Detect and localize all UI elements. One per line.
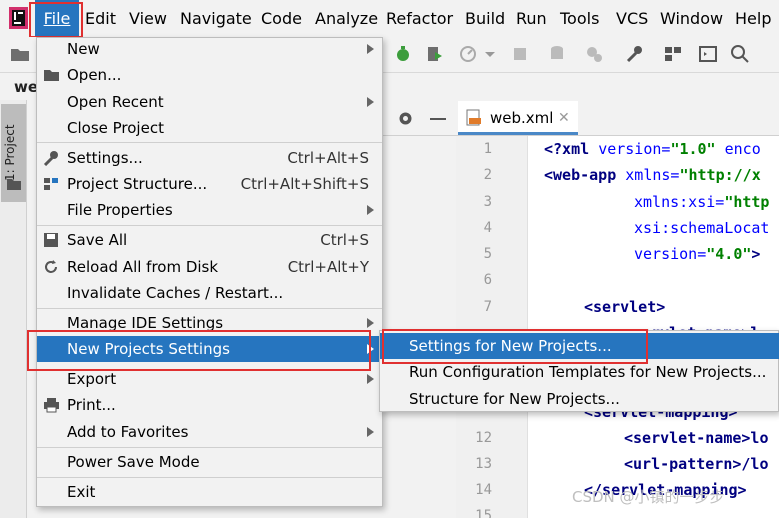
menu-separator — [37, 477, 382, 478]
menu-bar: File Edit View Navigate Code Analyze Ref… — [0, 0, 779, 37]
menu-refactor[interactable]: Refactor — [386, 0, 453, 37]
menu-item-close-project[interactable]: Close Project — [37, 115, 382, 141]
build-gear-icon[interactable] — [584, 44, 604, 64]
breadcrumb: we — [14, 78, 39, 96]
submenu-arrow-icon — [367, 44, 374, 54]
wrench-icon — [43, 151, 58, 166]
menu-item-file-properties[interactable]: File Properties — [37, 197, 382, 223]
menu-item-export[interactable]: Export — [37, 366, 382, 392]
close-icon[interactable]: ✕ — [558, 101, 570, 135]
code-line-4: xsi:schemaLocat — [634, 219, 770, 237]
line-number: 4 — [483, 220, 492, 236]
project-structure-icon — [44, 178, 58, 190]
menu-item-save-all[interactable]: Save All Ctrl+S — [37, 227, 382, 253]
folder-open-icon — [44, 70, 59, 81]
save-icon — [44, 233, 58, 247]
submenu-arrow-icon — [367, 205, 374, 215]
line-number: 2 — [483, 167, 492, 183]
menu-tools[interactable]: Tools — [560, 0, 599, 37]
editor-tab-label: web.xml — [490, 109, 554, 127]
line-number: 6 — [483, 272, 492, 288]
code-line-7: <servlet> — [584, 298, 666, 316]
profiler-icon[interactable] — [458, 44, 478, 64]
menu-item-power-save-mode[interactable]: Power Save Mode — [37, 449, 382, 475]
submenu-item-structure-for-new-projects[interactable]: Structure for New Projects... — [380, 386, 779, 412]
stop-icon[interactable] — [510, 44, 530, 64]
line-number: 13 — [475, 456, 492, 472]
file-menu-highlight — [29, 2, 83, 38]
xml-file-icon — [466, 109, 481, 126]
menu-item-project-structure[interactable]: Project Structure... Ctrl+Alt+Shift+S — [37, 171, 382, 197]
menu-item-exit[interactable]: Exit — [37, 479, 382, 505]
line-number: 1 — [483, 141, 492, 157]
menu-help[interactable]: Help — [735, 0, 771, 37]
code-line-5: version="4.0"> — [634, 245, 761, 263]
editor-tab-web-xml[interactable]: web.xml ✕ — [458, 101, 578, 135]
menu-item-print[interactable]: Print... — [37, 392, 382, 418]
project-structure-icon[interactable] — [663, 44, 683, 64]
menu-edit[interactable]: Edit — [85, 0, 116, 37]
menu-item-open-recent[interactable]: Open Recent — [37, 89, 382, 115]
menu-vcs[interactable]: VCS — [616, 0, 648, 37]
chevron-down-icon[interactable] — [480, 44, 500, 64]
line-number: 7 — [483, 299, 492, 315]
submenu-item-run-configuration-templates[interactable]: Run Configuration Templates for New Proj… — [380, 359, 779, 385]
wrench-icon[interactable] — [625, 44, 645, 64]
code-line-3: xmlns:xsi="http — [634, 193, 770, 211]
folder-icon — [7, 179, 21, 190]
menu-window[interactable]: Window — [660, 0, 723, 37]
watermark: CSDN @小镇的一步步 — [572, 488, 725, 506]
submenu-arrow-icon — [367, 374, 374, 384]
search-icon[interactable] — [730, 44, 750, 64]
line-number: 12 — [475, 430, 492, 446]
menu-code[interactable]: Code — [261, 0, 302, 37]
menu-item-add-to-favorites[interactable]: Add to Favorites — [37, 419, 382, 445]
menu-analyze[interactable]: Analyze — [315, 0, 378, 37]
code-line-12: <servlet-name>lo — [624, 429, 769, 447]
code-line-1: <?xml version="1.0" enco — [544, 140, 761, 158]
menu-navigate[interactable]: Navigate — [180, 0, 252, 37]
code-line-2: <web-app xmlns="http://x — [544, 166, 761, 184]
gear-icon[interactable] — [397, 110, 414, 127]
submenu-arrow-icon — [367, 97, 374, 107]
code-line-13: <url-pattern>/lo — [624, 455, 769, 473]
line-number: 15 — [475, 508, 492, 518]
minimize-icon[interactable] — [430, 118, 446, 120]
menu-separator — [37, 225, 382, 226]
menu-run[interactable]: Run — [516, 0, 547, 37]
line-number: 3 — [483, 194, 492, 210]
menu-separator — [37, 308, 382, 309]
printer-icon — [44, 398, 59, 413]
submenu-arrow-icon — [367, 318, 374, 328]
menu-item-new[interactable]: New — [37, 36, 382, 62]
menu-item-open[interactable]: Open... — [37, 62, 382, 88]
folder-icon[interactable] — [10, 44, 30, 64]
menu-item-invalidate-caches[interactable]: Invalidate Caches / Restart... — [37, 280, 382, 306]
intellij-logo-icon — [9, 7, 28, 29]
menu-item-reload[interactable]: Reload All from Disk Ctrl+Alt+Y — [37, 254, 382, 280]
line-number: 14 — [475, 482, 492, 498]
new-projects-settings-highlight — [27, 330, 371, 371]
terminal-window-icon[interactable] — [698, 44, 718, 64]
submenu-arrow-icon — [367, 427, 374, 437]
menu-separator — [37, 142, 382, 143]
menu-separator — [37, 447, 382, 448]
database-icon[interactable] — [548, 44, 568, 64]
refresh-icon — [45, 260, 57, 273]
coverage-icon[interactable] — [425, 44, 445, 64]
debug-bug-icon[interactable] — [393, 44, 413, 64]
menu-view[interactable]: View — [129, 0, 167, 37]
menu-build[interactable]: Build — [465, 0, 505, 37]
line-number: 5 — [483, 246, 492, 262]
menu-item-settings[interactable]: Settings... Ctrl+Alt+S — [37, 145, 382, 171]
